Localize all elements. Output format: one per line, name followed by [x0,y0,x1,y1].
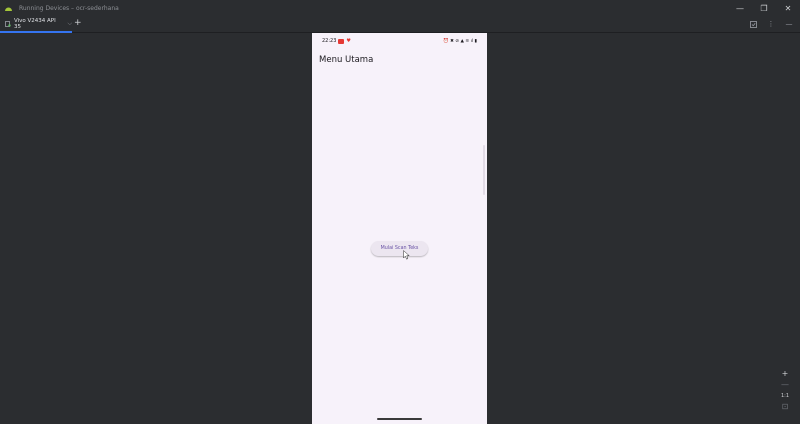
zoom-controls: + — 1:1 ⊡ [778,368,792,414]
window-controls: — ❐ ✕ [728,0,800,16]
android-icon [5,4,13,12]
notification-icon [338,38,345,44]
device-manager-icon[interactable] [748,19,758,29]
zoom-actual-size-button[interactable]: 1:1 [779,390,791,401]
mouse-cursor-icon [403,250,410,260]
status-bar: 22:23 ♥ ⏰ ✖ ⊘ ▲ ≋ ıl ▮ [312,33,487,49]
tab-bar: Vivo V2434 API 35 ⌵ + ⋮ — [0,16,800,33]
tab-label: Vivo V2434 API 35 [14,18,56,30]
scrollbar[interactable] [483,145,485,195]
restore-button[interactable]: ❐ [752,0,776,16]
tab-dropdown-icon[interactable]: ⌵ [67,20,72,28]
navigation-handle[interactable] [377,418,422,420]
status-icons: ⏰ ✖ ⊘ ▲ ≋ ıl ▮ [443,39,477,44]
tab-tools: ⋮ — [748,19,794,29]
window-title-bar: Running Devices – ocr-sederhana — ❐ ✕ [0,0,800,16]
window-title: Running Devices – ocr-sederhana [19,4,119,12]
page-title: Menu Utama [319,55,374,65]
heart-icon: ♥ [346,38,351,44]
hide-panel-icon[interactable]: — [784,19,794,29]
zoom-in-button[interactable]: + [779,368,791,379]
device-screen[interactable]: 22:23 ♥ ⏰ ✖ ⊘ ▲ ≋ ıl ▮ Menu Utama Mulai … [312,33,487,424]
tab-active-indicator [0,31,72,33]
zoom-fit-icon[interactable]: ⊡ [779,401,791,412]
add-tab-button[interactable]: + [74,18,82,28]
device-icon [5,21,11,27]
tab-device[interactable]: Vivo V2434 API 35 ⌵ [0,16,72,33]
minimize-button[interactable]: — [728,0,752,16]
start-scan-button[interactable]: Mulai Scan Teks [371,241,428,256]
close-button[interactable]: ✕ [776,0,800,16]
zoom-out-button[interactable]: — [779,379,791,390]
status-time: 22:23 [322,38,337,44]
more-options-icon[interactable]: ⋮ [766,19,776,29]
